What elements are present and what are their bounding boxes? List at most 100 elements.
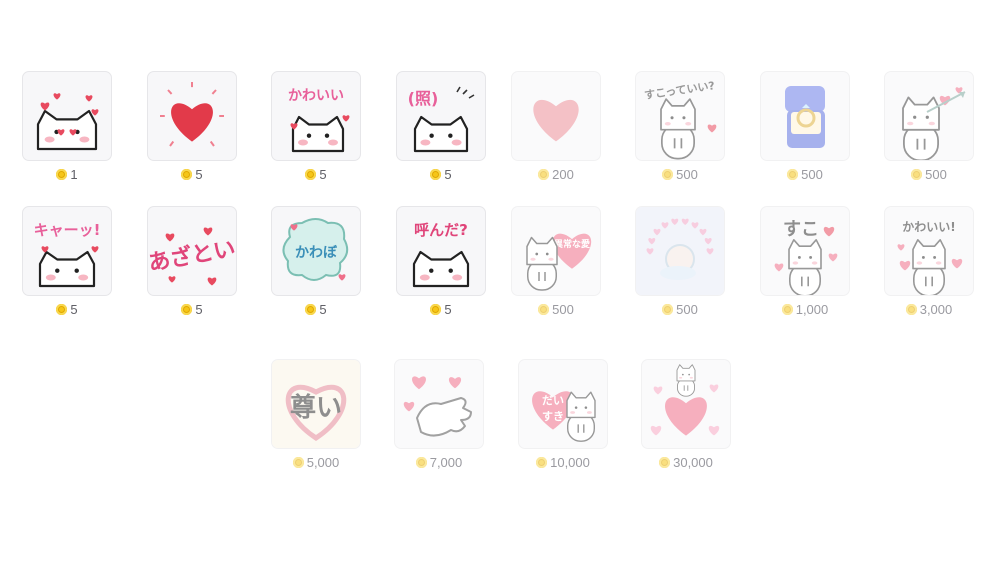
cat-hearts-gift[interactable]: 1 — [21, 71, 113, 182]
gift-price-value: 500 — [925, 166, 947, 182]
hand-hearts-gift[interactable]: 7,000 — [393, 359, 485, 470]
love-heart-cat-gift[interactable]: 異常な愛 500 — [510, 206, 602, 317]
gift-tile[interactable]: すこ — [760, 206, 850, 296]
red-heart-gift[interactable]: 5 — [146, 71, 238, 182]
ring-box-gift[interactable]: 500 — [759, 71, 851, 182]
svg-text:キャーッ!: キャーッ! — [34, 221, 101, 239]
coin-icon — [538, 303, 550, 315]
cupid-arrow-cat-icon — [902, 87, 966, 160]
svg-text:かわぼ: かわぼ — [295, 245, 338, 261]
gift-price-value: 500 — [801, 166, 823, 182]
suko-cat-gift[interactable]: すこ 1,000 — [759, 206, 851, 317]
gift-tile[interactable] — [635, 206, 725, 296]
gift-price: 5 — [56, 301, 78, 317]
love-heart-cat-icon: 異常な愛 — [526, 233, 592, 291]
gift-price: 30,000 — [659, 454, 713, 470]
suki-cat-icon: すこっていい? — [643, 79, 717, 160]
coin-icon — [659, 456, 671, 468]
coin-icon — [181, 303, 193, 315]
gift-price-value: 5 — [444, 301, 452, 317]
coin-icon — [781, 303, 793, 315]
gift-tile[interactable]: あざとい — [147, 206, 237, 296]
kyaa-cat-gift[interactable]: キャーッ! 5 — [21, 206, 113, 317]
gift-price-value: 1 — [70, 166, 78, 182]
gift-price: 500 — [538, 302, 574, 317]
svg-text:かわいい: かわいい — [288, 88, 344, 104]
gift-price-value: 5,000 — [306, 454, 340, 470]
gift-price: 10,000 — [536, 455, 590, 470]
gift-tile[interactable] — [394, 359, 484, 449]
svg-text:(照): (照) — [408, 89, 439, 108]
svg-text:すき: すき — [542, 410, 564, 423]
kawaii-text-cat-icon: かわいい — [288, 88, 350, 153]
gift-price-value: 5 — [319, 166, 327, 182]
coin-icon — [56, 303, 68, 315]
pink-heart-gift[interactable]: 200 — [510, 71, 602, 182]
gift-tile[interactable] — [760, 71, 850, 161]
kawaii-cat-gift[interactable]: かわいい 5 — [270, 71, 362, 182]
gift-price: 500 — [662, 302, 698, 317]
coin-icon — [536, 456, 548, 468]
gift-price: 5 — [181, 167, 203, 182]
gift-price-value: 3,000 — [919, 301, 953, 317]
coin-icon — [292, 456, 304, 468]
gift-tile[interactable] — [147, 71, 237, 161]
coin-icon — [305, 303, 317, 315]
kawaii-excl-cat-gift[interactable]: かわいい! 3,000 — [883, 206, 975, 317]
gift-tile[interactable]: キャーッ! — [22, 206, 112, 296]
coin-icon — [305, 168, 317, 180]
gift-tile[interactable]: (照) — [396, 71, 486, 161]
shy-cat-gift[interactable]: (照) 5 — [395, 71, 487, 182]
gift-tile[interactable]: かわぼ — [271, 206, 361, 296]
gift-price-value: 30,000 — [673, 454, 713, 470]
cat-with-hearts-icon — [36, 93, 99, 151]
gift-tile[interactable]: すこっていい? — [635, 71, 725, 161]
gift-tile[interactable]: 尊い — [271, 359, 361, 449]
big-heart-cat-gift[interactable]: 30,000 — [640, 359, 732, 470]
heart-wreath-gift[interactable]: 500 — [634, 206, 726, 317]
gift-price: 500 — [911, 166, 947, 182]
svg-text:あざとい: あざとい — [148, 236, 236, 277]
gift-price: 1 — [56, 166, 78, 182]
coin-icon — [430, 168, 442, 180]
big-heart-cat-icon — [650, 364, 720, 436]
gift-price: 7,000 — [415, 455, 462, 470]
kawabo-gift[interactable]: かわぼ 5 — [270, 206, 362, 317]
cupid-cat-gift[interactable]: 500 — [883, 71, 975, 182]
gift-price-value: 200 — [552, 166, 574, 182]
gift-tile[interactable] — [641, 359, 731, 449]
gift-tile[interactable]: かわいい — [271, 71, 361, 161]
gift-price-value: 1,000 — [795, 301, 829, 317]
gift-tile[interactable] — [511, 71, 601, 161]
gift-tile[interactable] — [884, 71, 974, 161]
svg-text:すこっていい?: すこっていい? — [643, 79, 715, 102]
gift-price: 1,000 — [781, 301, 829, 317]
toutoi-heart-icon: 尊い — [272, 360, 360, 448]
azatoi-text-icon: あざとい — [148, 227, 236, 286]
coin-icon — [662, 168, 674, 180]
daisuki-cat-gift[interactable]: だいすき 10,000 — [517, 359, 609, 470]
gift-tile[interactable]: 呼んだ? — [396, 206, 486, 296]
gift-tile[interactable]: かわいい! — [884, 206, 974, 296]
svg-text:呼んだ?: 呼んだ? — [414, 221, 468, 239]
gift-price: 5 — [430, 167, 452, 182]
gift-tile[interactable]: だい すき — [518, 359, 608, 449]
pink-heart-icon — [533, 99, 579, 142]
gift-price: 5 — [305, 166, 327, 182]
shy-cat-icon: (照) — [408, 86, 475, 153]
gift-tile[interactable] — [22, 71, 112, 161]
gift-price: 5 — [181, 302, 203, 317]
suko-cat-icon: すこ — [774, 219, 838, 295]
toutoi-heart-gift[interactable]: 尊い 5,000 — [270, 359, 362, 470]
gift-price-value: 5 — [70, 301, 78, 317]
azatoi-gift[interactable]: あざとい 5 — [146, 206, 238, 317]
coin-icon — [905, 303, 917, 315]
gift-tile[interactable]: 異常な愛 — [511, 206, 601, 296]
yonda-cat-gift[interactable]: 呼んだ? 5 — [395, 206, 487, 317]
coin-icon — [538, 168, 550, 180]
gift-price: 5 — [305, 302, 327, 317]
kawaii-cat-hearts-icon: かわいい! — [897, 220, 963, 295]
suki-cat-gift[interactable]: すこっていい? 500 — [634, 71, 726, 182]
gift-price: 3,000 — [905, 301, 953, 317]
svg-text:だい: だい — [542, 394, 564, 407]
